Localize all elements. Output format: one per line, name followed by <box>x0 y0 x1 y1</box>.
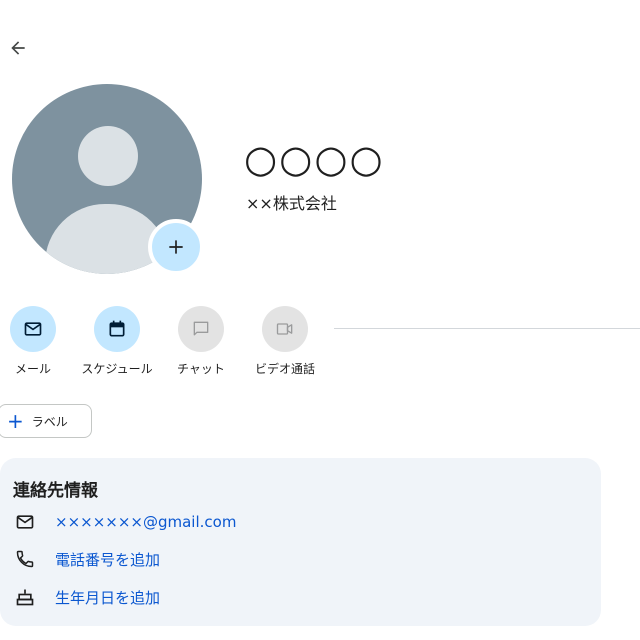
email-action-label: メール <box>14 362 51 376</box>
calendar-icon <box>109 320 125 337</box>
add-label-text: ラベル <box>31 414 68 429</box>
action-bar: メール スケジュール チャット ビデオ通話 <box>0 306 320 376</box>
video-call-action-label: ビデオ通話 <box>254 362 315 376</box>
chat-action-button[interactable]: チャット <box>159 306 243 377</box>
video-call-action-button[interactable]: ビデオ通話 <box>243 306 327 377</box>
add-phone-link[interactable]: 電話番号を追加 <box>55 549 160 570</box>
add-birthday-link[interactable]: 生年月日を追加 <box>55 587 160 608</box>
contact-info-card: 連絡先情報 ×××××××@gmail.com 電話番号を追加 生年月日を追加 <box>0 458 601 626</box>
email-link[interactable]: ×××××××@gmail.com <box>55 513 236 531</box>
chat-action-label: チャット <box>177 362 225 376</box>
chat-icon <box>193 321 209 336</box>
add-photo-button[interactable] <box>148 219 204 275</box>
contact-name: ○○○○ <box>244 137 385 181</box>
divider <box>334 328 640 329</box>
email-row: ×××××××@gmail.com <box>13 510 236 534</box>
back-button[interactable] <box>4 34 32 62</box>
phone-row: 電話番号を追加 <box>13 547 160 571</box>
plus-icon: + <box>7 409 24 433</box>
mail-icon <box>24 322 42 336</box>
video-icon <box>276 323 293 335</box>
arrow-back-icon <box>11 41 25 55</box>
contact-company: ××株式会社 <box>246 194 337 213</box>
schedule-action-label: スケジュール <box>81 362 153 376</box>
phone-icon <box>13 547 37 571</box>
email-action-button[interactable]: メール <box>0 306 75 377</box>
mail-icon <box>13 510 37 534</box>
plus-icon <box>169 240 183 254</box>
cake-icon <box>13 585 37 609</box>
birthday-row: 生年月日を追加 <box>13 585 160 609</box>
contact-info-title: 連絡先情報 <box>13 481 98 501</box>
avatar <box>12 84 204 275</box>
schedule-action-button[interactable]: スケジュール <box>75 306 159 377</box>
add-label-button[interactable]: + ラベル <box>0 404 92 438</box>
